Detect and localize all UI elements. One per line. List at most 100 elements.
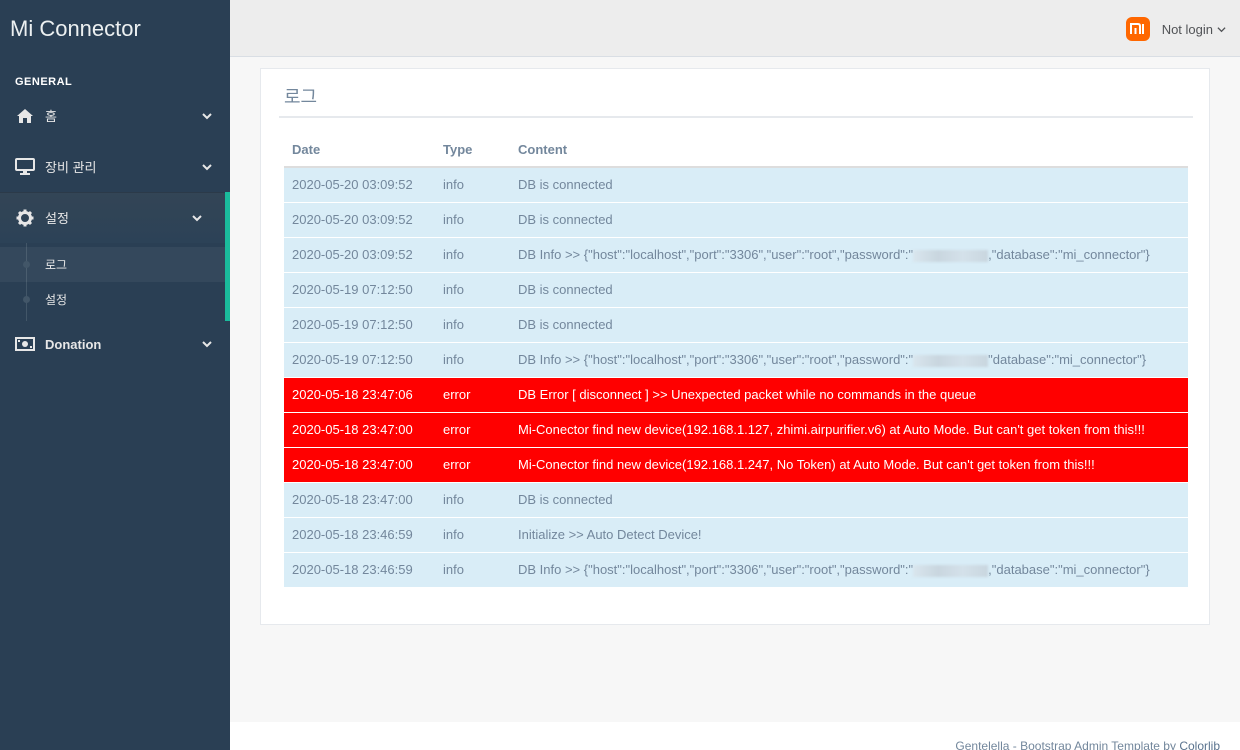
cell-date: 2020-05-18 23:47:06 — [284, 376, 435, 412]
cell-date: 2020-05-18 23:46:59 — [284, 551, 435, 587]
log-panel: 로그 Date Type Content 2020-05-20 03:09:52… — [260, 68, 1210, 625]
cell-date: 2020-05-20 03:09:52 — [284, 201, 435, 237]
app-title[interactable]: Mi Connector — [0, 0, 230, 57]
table-header-row: Date Type Content — [284, 133, 1188, 168]
cell-content: Initialize >> Auto Detect Device! — [510, 516, 1188, 552]
cell-content: Mi-Conector find new device(192.168.1.12… — [510, 411, 1188, 447]
content-text: DB is connected — [518, 282, 613, 297]
redacted-password — [913, 354, 989, 367]
sidebar-menu: 홈 장비 관리 설정 — [0, 90, 230, 243]
column-header-content: Content — [510, 133, 1188, 168]
user-dropdown[interactable]: Not login — [1125, 17, 1226, 41]
chevron-down-icon — [202, 112, 212, 119]
cell-date: 2020-05-20 03:09:52 — [284, 166, 435, 202]
column-header-type: Type — [435, 133, 510, 168]
content-text: Mi-Conector find new device(192.168.1.12… — [518, 422, 1145, 437]
content-text-after: "database":"mi_connector"} — [988, 352, 1147, 367]
cell-date: 2020-05-20 03:09:52 — [284, 236, 435, 272]
cell-date: 2020-05-19 07:12:50 — [284, 306, 435, 342]
cell-content: DB Info >> {"host":"localhost","port":"3… — [510, 341, 1188, 377]
cell-date: 2020-05-18 23:47:00 — [284, 411, 435, 447]
table-row: 2020-05-20 03:09:52 info DB is connected — [284, 201, 1188, 237]
cell-content: DB Info >> {"host":"localhost","port":"3… — [510, 236, 1188, 272]
cell-content: Mi-Conector find new device(192.168.1.24… — [510, 446, 1188, 482]
table-row: 2020-05-19 07:12:50 info DB Info >> {"host… — [284, 341, 1188, 377]
cell-date: 2020-05-18 23:47:00 — [284, 446, 435, 482]
cell-type: error — [435, 446, 510, 482]
content-text-after: ,"database":"mi_connector"} — [988, 247, 1150, 262]
settings-submenu: 로그 설정 — [0, 243, 230, 321]
content-text: DB Info >> {"host":"localhost","port":"3… — [518, 562, 914, 578]
sidebar-item-settings[interactable]: 설정 — [0, 192, 230, 243]
sidebar-menu-lower: Donation — [0, 321, 230, 367]
cell-type: info — [435, 166, 510, 202]
sidebar-item-donation[interactable]: Donation — [0, 321, 230, 367]
mi-logo-icon — [1125, 17, 1150, 41]
content-text: DB is connected — [518, 317, 613, 332]
sidebar-subitem-settings[interactable]: 설정 — [0, 282, 225, 317]
cell-date: 2020-05-19 07:12:50 — [284, 341, 435, 377]
table-row: 2020-05-18 23:47:00 error Mi-Conector find… — [284, 446, 1188, 482]
chevron-down-icon — [192, 214, 202, 221]
cell-content: DB Error [ disconnect ] >> Unexpected pa… — [510, 376, 1188, 412]
gear-icon — [15, 209, 35, 227]
cell-content: DB is connected — [510, 481, 1188, 517]
redacted-password — [913, 564, 989, 577]
chevron-down-icon — [202, 341, 212, 348]
cell-type: info — [435, 341, 510, 377]
footer: Gentelella - Bootstrap Admin Template by… — [230, 722, 1240, 750]
footer-credit: Gentelella - Bootstrap Admin Template by — [955, 739, 1180, 750]
home-icon — [15, 107, 35, 125]
cell-type: info — [435, 516, 510, 552]
money-icon — [15, 335, 35, 353]
sidebar-subitem-log[interactable]: 로그 — [0, 247, 225, 282]
redacted-password — [913, 249, 989, 262]
desktop-icon — [15, 158, 35, 176]
column-header-date: Date — [284, 133, 435, 168]
content-text: DB is connected — [518, 177, 613, 193]
sidebar: Mi Connector GENERAL 홈 장비 관리 설정 로그 설정 Do… — [0, 0, 230, 750]
panel-title: 로그 — [279, 83, 1193, 118]
content-text: DB is connected — [518, 492, 613, 507]
content-text-after: ,"database":"mi_connector"} — [988, 562, 1150, 578]
log-table-body: 2020-05-20 03:09:52 info DB is connected 20… — [284, 166, 1188, 587]
table-row: 2020-05-19 07:12:50 info DB is connected — [284, 306, 1188, 342]
table-row: 2020-05-18 23:46:59 info DB Info >> {"host… — [284, 551, 1188, 587]
cell-type: info — [435, 481, 510, 517]
content-text: DB Info >> {"host":"localhost","port":"3… — [518, 247, 914, 262]
chevron-down-icon — [202, 163, 212, 170]
table-row: 2020-05-20 03:09:52 info DB Info >> {"host… — [284, 236, 1188, 272]
user-label: Not login — [1161, 21, 1213, 37]
top-nav: Not login — [230, 0, 1240, 57]
footer-text: Gentelella - Bootstrap Admin Template by… — [955, 739, 1220, 750]
cell-type: info — [435, 306, 510, 342]
cell-content: DB is connected — [510, 166, 1188, 202]
cell-date: 2020-05-18 23:47:00 — [284, 481, 435, 517]
cell-type: info — [435, 236, 510, 272]
cell-date: 2020-05-19 07:12:50 — [284, 271, 435, 307]
log-table: Date Type Content 2020-05-20 03:09:52 inf… — [284, 133, 1188, 587]
cell-date: 2020-05-18 23:46:59 — [284, 516, 435, 552]
table-row: 2020-05-19 07:12:50 info DB is connected — [284, 271, 1188, 307]
chevron-down-icon — [1217, 26, 1226, 32]
table-row: 2020-05-18 23:47:06 error DB Error [ disco… — [284, 376, 1188, 412]
cell-type: info — [435, 271, 510, 307]
sidebar-item-devices[interactable]: 장비 관리 — [0, 141, 230, 192]
colorlib-link[interactable]: Colorlib — [1179, 739, 1220, 750]
table-row: 2020-05-18 23:47:00 error Mi-Conector find… — [284, 411, 1188, 447]
cell-content: DB Info >> {"host":"localhost","port":"3… — [510, 551, 1188, 587]
sidebar-item-home[interactable]: 홈 — [0, 90, 230, 141]
cell-content: DB is connected — [510, 306, 1188, 342]
table-row: 2020-05-18 23:46:59 info Initialize >> Aut… — [284, 516, 1188, 552]
table-row: 2020-05-20 03:09:52 info DB is connected — [284, 166, 1188, 202]
cell-type: info — [435, 551, 510, 587]
content-text: Initialize >> Auto Detect Device! — [518, 527, 702, 542]
cell-type: info — [435, 201, 510, 237]
content-text: DB Error [ disconnect ] >> Unexpected pa… — [518, 387, 977, 402]
cell-type: error — [435, 376, 510, 412]
cell-content: DB is connected — [510, 201, 1188, 237]
cell-content: DB is connected — [510, 271, 1188, 307]
sidebar-section-title: GENERAL — [15, 76, 73, 88]
content-text: DB Info >> {"host":"localhost","port":"3… — [518, 352, 914, 367]
table-row: 2020-05-18 23:47:00 info DB is connected — [284, 481, 1188, 517]
